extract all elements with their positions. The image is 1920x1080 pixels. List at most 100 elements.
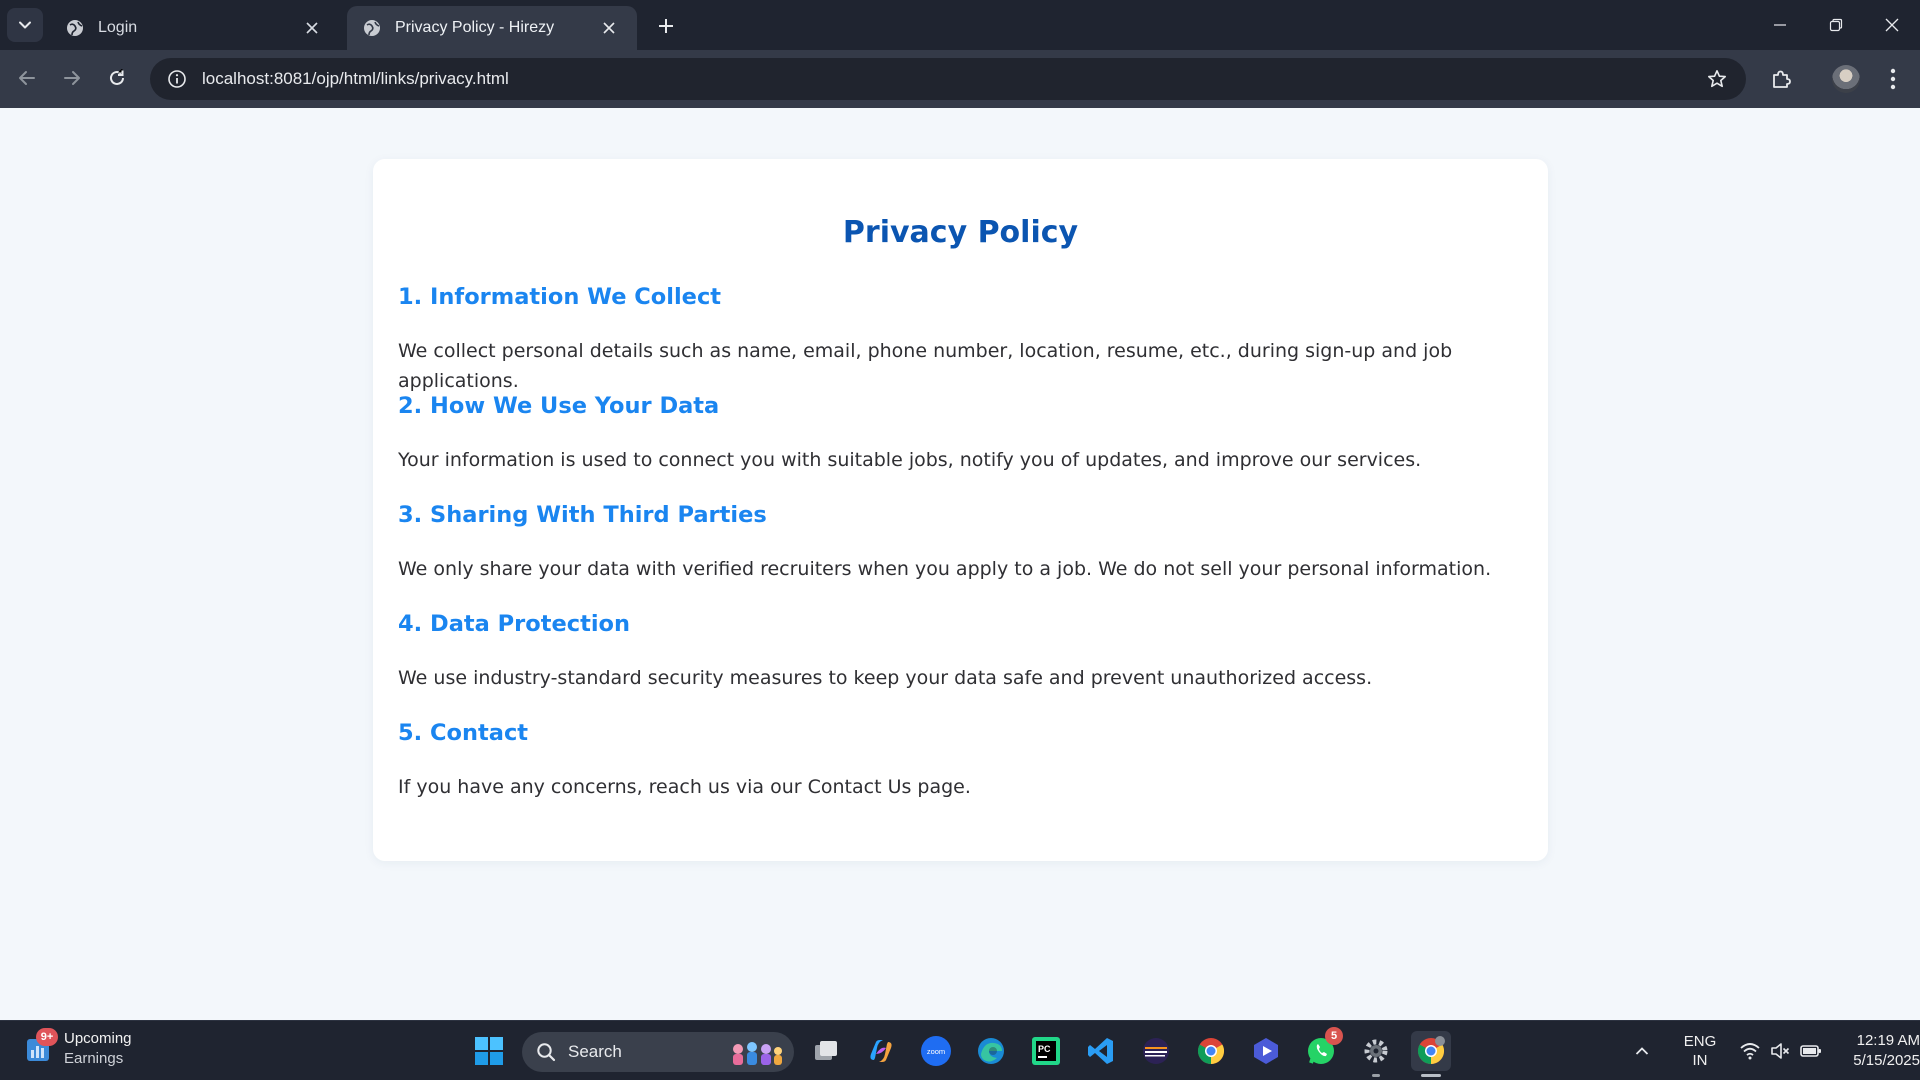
taskbar: 9+ Upcoming Earnings Search zoom PC 5 EN… bbox=[0, 1020, 1920, 1080]
clock-date: 5/15/2025 bbox=[1853, 1052, 1920, 1069]
reload-button[interactable] bbox=[99, 60, 135, 96]
chrome-active-button[interactable] bbox=[1411, 1031, 1451, 1077]
close-window-button[interactable] bbox=[1864, 0, 1920, 50]
stocks-icon: 9+ bbox=[24, 1028, 58, 1064]
notification-badge: 5 bbox=[1325, 1027, 1343, 1045]
new-tab-button[interactable] bbox=[650, 10, 682, 42]
quick-settings-button[interactable] bbox=[1740, 1042, 1822, 1060]
minimize-button[interactable] bbox=[1752, 0, 1808, 50]
section-heading: 5. Contact bbox=[398, 720, 529, 746]
running-indicator bbox=[1372, 1074, 1380, 1077]
vscode-icon bbox=[1088, 1038, 1113, 1064]
arrow-left-icon bbox=[19, 71, 35, 85]
more-vertical-icon bbox=[1890, 68, 1896, 90]
plus-icon bbox=[659, 19, 673, 33]
widgets-button[interactable]: 9+ Upcoming Earnings bbox=[24, 1028, 132, 1069]
widget-title: Upcoming bbox=[64, 1030, 132, 1047]
widget-subtitle: Earnings bbox=[64, 1050, 124, 1067]
browser-tab-strip: Login Privacy Policy - Hirezy bbox=[0, 0, 1920, 50]
edge-icon bbox=[978, 1038, 1004, 1064]
svg-text:zoom: zoom bbox=[927, 1047, 945, 1056]
globe-icon bbox=[364, 20, 380, 36]
zoom-icon: zoom bbox=[921, 1036, 951, 1066]
tab-close-button[interactable] bbox=[300, 16, 324, 40]
restore-icon bbox=[1829, 18, 1843, 32]
profile-button[interactable] bbox=[1827, 60, 1865, 98]
battery-icon bbox=[1800, 1045, 1821, 1057]
eclipse-icon bbox=[1143, 1038, 1169, 1064]
settings-button[interactable] bbox=[1356, 1031, 1396, 1077]
language-code: ENG bbox=[1683, 1033, 1717, 1050]
notification-badge: 9+ bbox=[36, 1028, 58, 1046]
chevron-up-icon bbox=[1635, 1047, 1649, 1055]
globe-icon bbox=[67, 20, 83, 36]
eclipse-button[interactable] bbox=[1136, 1031, 1176, 1071]
chrome-icon bbox=[1417, 1036, 1445, 1065]
avatar bbox=[1832, 65, 1860, 93]
url-text[interactable]: localhost:8081/ojp/html/links/privacy.ht… bbox=[202, 69, 1696, 89]
zoom-button[interactable]: zoom bbox=[916, 1031, 956, 1071]
search-label: Search bbox=[568, 1042, 622, 1061]
tab-login[interactable]: Login bbox=[50, 6, 340, 50]
chrome-icon bbox=[1197, 1038, 1225, 1065]
wifi-icon bbox=[1740, 1043, 1760, 1060]
arrow-right-icon bbox=[64, 71, 80, 85]
browser-toolbar: localhost:8081/ojp/html/links/privacy.ht… bbox=[0, 50, 1920, 108]
forward-button[interactable] bbox=[54, 60, 90, 96]
taskbar-search[interactable]: Search bbox=[522, 1032, 794, 1072]
show-hidden-icons-button[interactable] bbox=[1626, 1031, 1658, 1071]
tab-privacy-policy[interactable]: Privacy Policy - Hirezy bbox=[347, 6, 637, 50]
section-text: If you have any concerns, reach us via o… bbox=[398, 776, 971, 798]
section-text: We collect personal details such as name… bbox=[398, 340, 1453, 392]
active-indicator bbox=[1421, 1074, 1441, 1077]
back-button[interactable] bbox=[9, 60, 45, 96]
task-view-button[interactable] bbox=[806, 1031, 846, 1071]
copilot-icon bbox=[870, 1040, 892, 1062]
language-indicator[interactable]: ENG IN bbox=[1680, 1032, 1720, 1070]
task-view-icon bbox=[815, 1041, 837, 1060]
close-icon bbox=[603, 22, 615, 34]
gear-icon bbox=[1364, 1039, 1388, 1063]
section-text: We only share your data with verified re… bbox=[398, 558, 1492, 580]
search-highlight-illustration-icon bbox=[733, 1042, 782, 1065]
volume-muted-icon bbox=[1771, 1043, 1790, 1059]
start-button[interactable] bbox=[469, 1031, 509, 1071]
clock-time: 12:19 AM bbox=[1856, 1032, 1920, 1049]
tab-close-button[interactable] bbox=[597, 16, 621, 40]
edge-button[interactable] bbox=[971, 1031, 1011, 1071]
chevron-down-icon bbox=[19, 21, 31, 29]
section-heading: 3. Sharing With Third Parties bbox=[398, 502, 767, 528]
chrome-button[interactable] bbox=[1191, 1031, 1231, 1071]
section-heading: 2. How We Use Your Data bbox=[398, 393, 720, 419]
close-icon bbox=[306, 22, 318, 34]
search-icon bbox=[537, 1043, 556, 1062]
page-viewport: Privacy Policy 1. Information We Collect… bbox=[0, 108, 1920, 1020]
page-title: Privacy Policy bbox=[842, 215, 1079, 250]
address-bar[interactable]: localhost:8081/ojp/html/links/privacy.ht… bbox=[150, 58, 1746, 100]
clock[interactable]: 12:19 AM 5/15/2025 bbox=[1848, 1031, 1920, 1071]
whatsapp-button[interactable]: 5 bbox=[1301, 1027, 1343, 1071]
system-tray: ENG IN 12:19 AM 5/15/2025 bbox=[1626, 1021, 1920, 1080]
video-app-button[interactable] bbox=[1246, 1031, 1286, 1071]
browser-menu-button[interactable] bbox=[1874, 60, 1912, 98]
minimize-icon bbox=[1774, 24, 1786, 26]
section-heading: 1. Information We Collect bbox=[398, 284, 722, 310]
pycharm-icon: PC bbox=[1032, 1037, 1060, 1065]
info-icon bbox=[168, 70, 186, 88]
extensions-button[interactable] bbox=[1762, 60, 1800, 98]
play-hexagon-icon bbox=[1254, 1038, 1278, 1064]
site-info-button[interactable] bbox=[156, 58, 198, 100]
vscode-button[interactable] bbox=[1081, 1031, 1121, 1071]
tab-search-button[interactable] bbox=[7, 8, 43, 42]
privacy-policy-card: Privacy Policy 1. Information We Collect… bbox=[373, 159, 1548, 861]
section-text: Your information is used to connect you … bbox=[398, 449, 1422, 471]
close-icon bbox=[1885, 18, 1899, 32]
puzzle-icon bbox=[1773, 70, 1791, 88]
pycharm-button[interactable]: PC bbox=[1026, 1031, 1066, 1071]
svg-text:PC: PC bbox=[1038, 1044, 1051, 1054]
bookmark-button[interactable] bbox=[1696, 58, 1738, 100]
copilot-button[interactable] bbox=[861, 1031, 901, 1071]
restore-button[interactable] bbox=[1808, 0, 1864, 50]
section-heading: 4. Data Protection bbox=[398, 611, 631, 637]
language-region: IN bbox=[1692, 1052, 1708, 1069]
